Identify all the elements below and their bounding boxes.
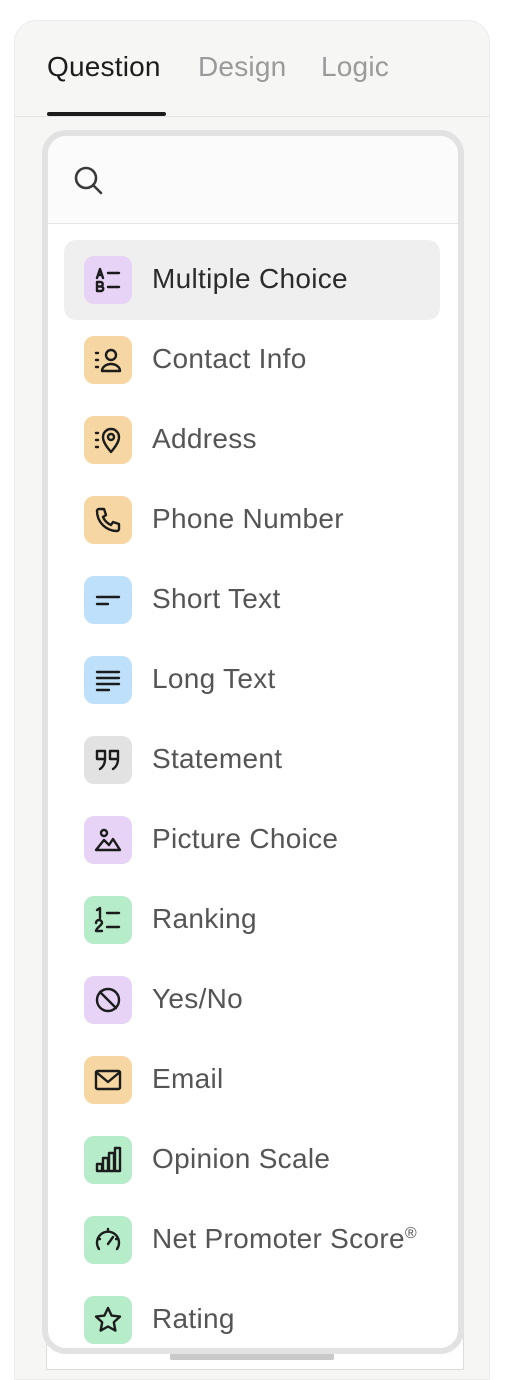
question-type-net-promoter-score[interactable]: Net Promoter Score® [64,1200,440,1280]
gauge-icon [84,1216,132,1264]
question-type-dropdown: Multiple Choice Contact Info Address Pho… [42,130,464,1354]
tab-design[interactable]: Design [198,51,286,83]
question-type-picture-choice[interactable]: Picture Choice [64,800,440,880]
address-icon [84,416,132,464]
question-type-long-text[interactable]: Long Text [64,640,440,720]
opinion-scale-icon [84,1136,132,1184]
active-tab-indicator [47,112,166,116]
question-type-yes-no[interactable]: Yes/No [64,960,440,1040]
question-type-email[interactable]: Email [64,1040,440,1120]
contact-info-icon [84,336,132,384]
question-type-label: Phone Number [152,503,344,534]
question-type-label: Contact Info [152,343,307,374]
question-type-label: Ranking [152,903,257,934]
tab-bar: Question Design Logic [15,21,489,117]
question-type-label: Long Text [152,663,276,694]
question-type-address[interactable]: Address [64,400,440,480]
short-text-icon [84,576,132,624]
question-type-statement[interactable]: Statement [64,720,440,800]
question-type-short-text[interactable]: Short Text [64,560,440,640]
search-icon [74,166,103,195]
question-type-label: Opinion Scale [152,1143,331,1174]
question-type-label: Net Promoter Score® [152,1223,417,1254]
multiple-choice-icon [84,256,132,304]
question-type-label: Short Text [152,583,281,614]
yes-no-icon [84,976,132,1024]
question-type-label: Rating [152,1303,235,1334]
long-text-icon [84,656,132,704]
question-type-ranking[interactable]: Ranking [64,880,440,960]
email-icon [84,1056,132,1104]
question-type-phone-number[interactable]: Phone Number [64,480,440,560]
search-bar [48,136,458,224]
tab-logic[interactable]: Logic [321,51,389,83]
question-type-multiple-choice[interactable]: Multiple Choice [64,240,440,320]
phone-icon [84,496,132,544]
question-type-list: Multiple Choice Contact Info Address Pho… [48,240,458,1348]
search-input[interactable] [116,156,436,204]
star-icon [84,1296,132,1344]
question-type-rating[interactable]: Rating [64,1280,440,1348]
picture-icon [84,816,132,864]
question-type-label: Statement [152,743,283,774]
quote-icon [84,736,132,784]
question-type-label: Email [152,1063,224,1094]
question-type-label: Multiple Choice [152,263,348,294]
question-type-label: Yes/No [152,983,244,1014]
question-type-opinion-scale[interactable]: Opinion Scale [64,1120,440,1200]
question-type-label: Picture Choice [152,823,339,854]
question-type-label: Address [152,423,257,454]
ranking-icon [84,896,132,944]
question-type-contact-info[interactable]: Contact Info [64,320,440,400]
tab-question[interactable]: Question [47,51,161,83]
